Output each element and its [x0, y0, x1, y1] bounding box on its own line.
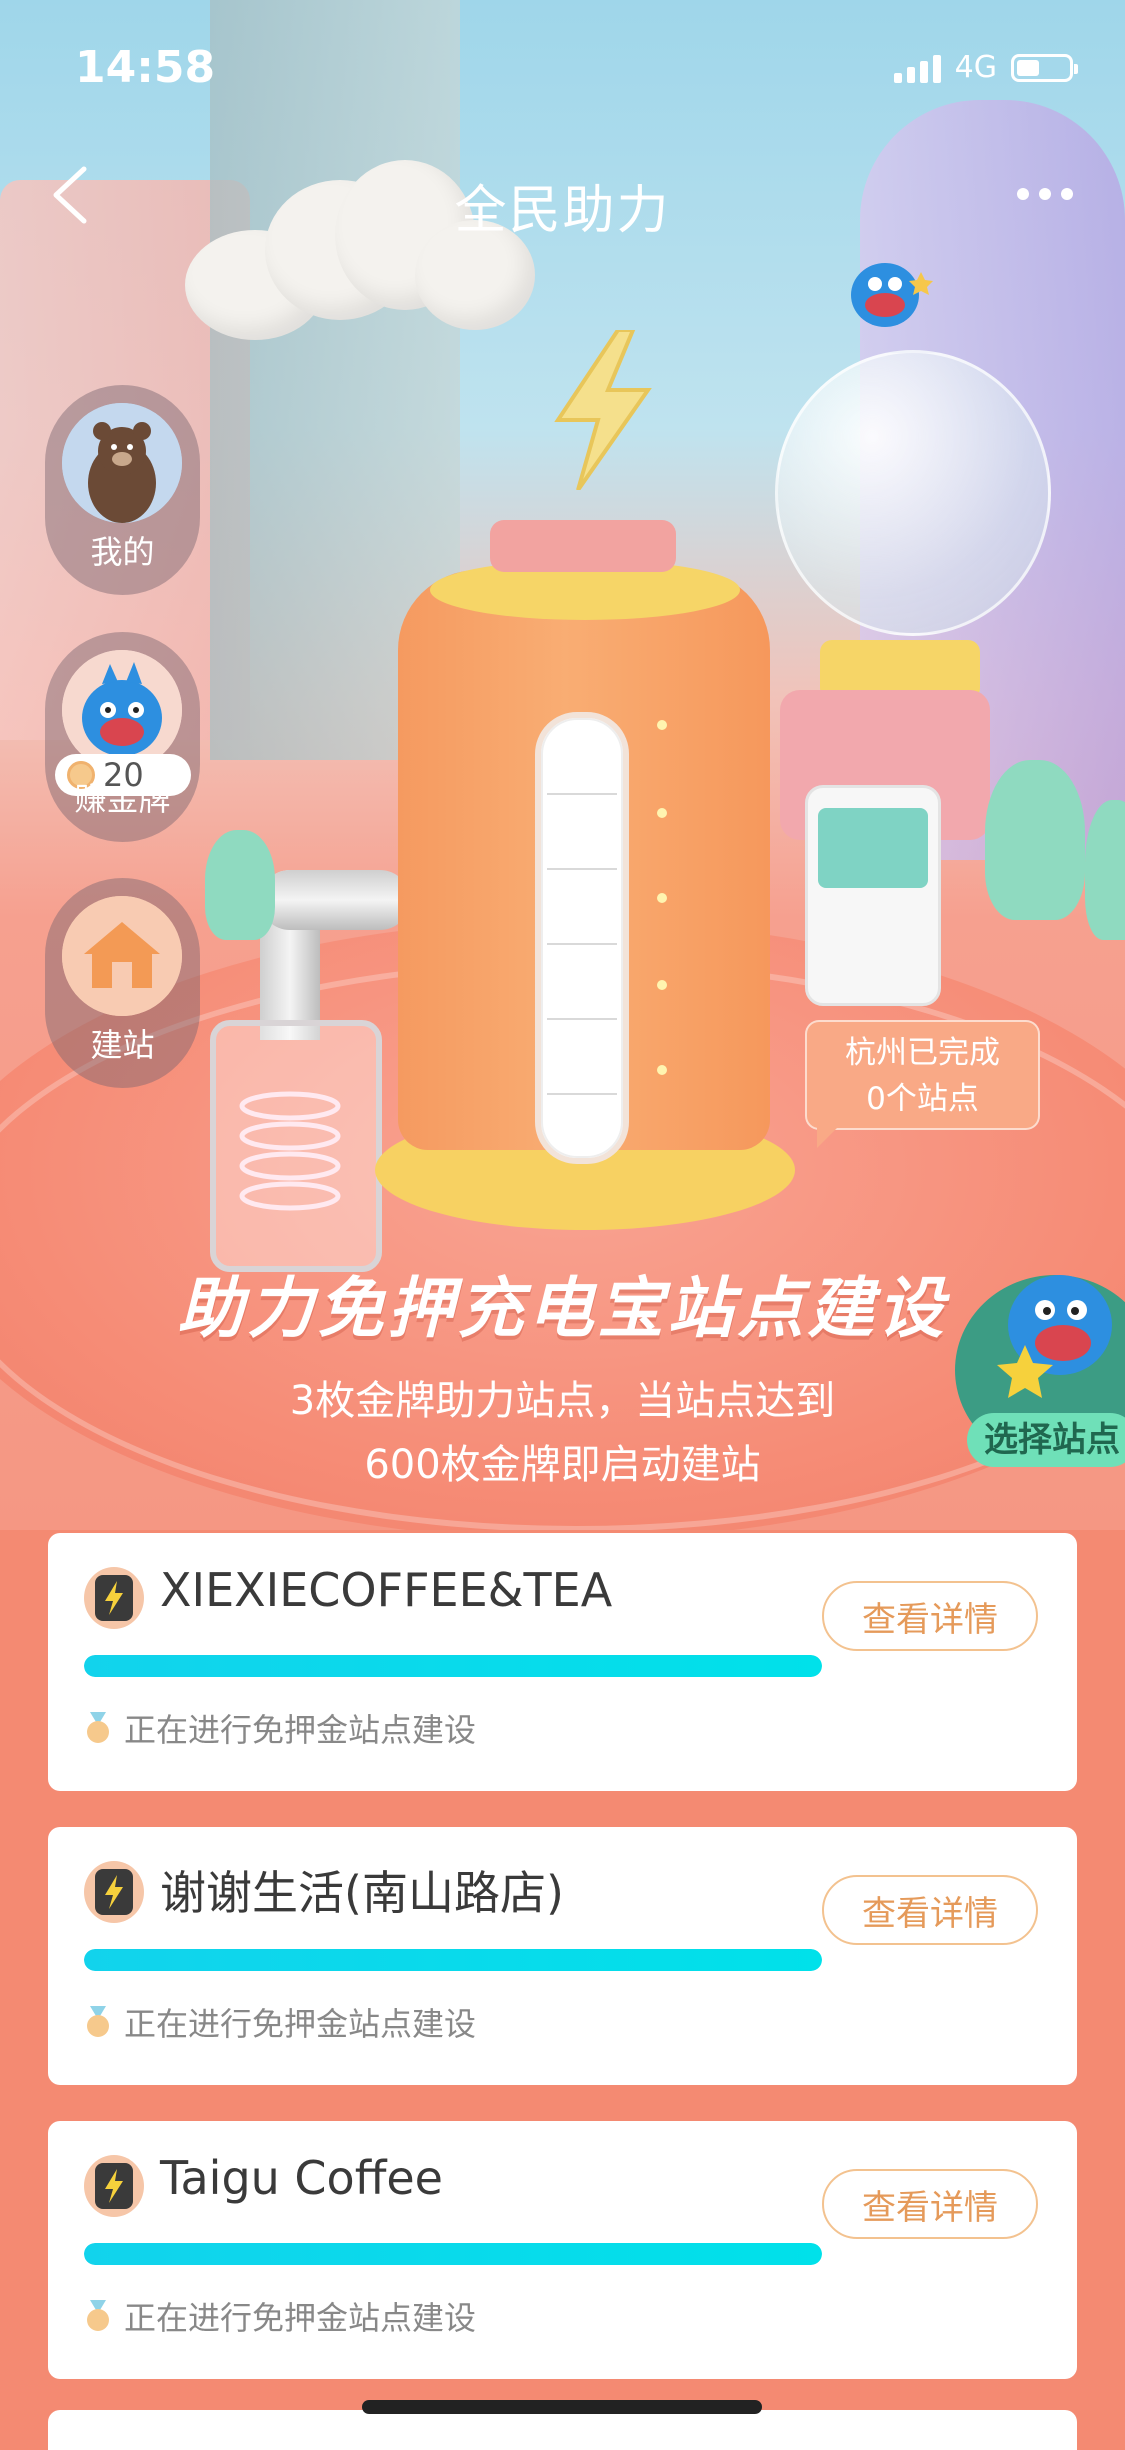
station-status-text: 正在进行免押金站点建设	[124, 2005, 477, 2043]
signal-icon	[893, 53, 941, 83]
indicator-dot	[657, 720, 667, 730]
lightning-bolt-icon	[554, 330, 652, 490]
build-station-button[interactable]: 建站	[45, 878, 200, 1088]
battery-icon	[1011, 53, 1078, 82]
view-details-button[interactable]: 查看详情	[822, 1581, 1038, 1651]
station-status-text: 正在进行免押金站点建设	[124, 1711, 477, 1749]
tree-icon	[985, 760, 1085, 920]
station-card: 谢谢生活(南山路店) 查看详情 正在进行免押金站点建设	[48, 1827, 1077, 2085]
power-bank-icon	[84, 2155, 144, 2217]
indicator-dot	[657, 1065, 667, 1075]
station-status: 正在进行免押金站点建设	[84, 1705, 476, 1751]
my-button[interactable]: 我的	[45, 385, 200, 595]
indicator-dot	[657, 980, 667, 990]
my-label: 我的	[90, 533, 155, 571]
station-status: 正在进行免押金站点建设	[84, 2293, 476, 2339]
medal-icon	[87, 1712, 109, 1743]
city-progress-bubble: 杭州已完成 0个站点	[805, 1020, 1040, 1148]
indicator-dot	[657, 893, 667, 903]
page-title: 全民助力	[454, 181, 671, 241]
station-card: XIEXIECOFFEE&TEA 查看详情 正在进行免押金站点建设	[48, 1533, 1077, 1791]
earn-medal-button[interactable]: 20 赚金牌	[45, 632, 200, 842]
status-time: 14:58	[75, 42, 216, 93]
network-type: 4G	[954, 50, 997, 85]
view-details-button[interactable]: 查看详情	[822, 1875, 1038, 1945]
station-name: Taigu Coffee	[160, 2151, 443, 2205]
blue-monster-star-icon	[997, 1275, 1112, 1398]
power-bank-icon	[84, 1567, 144, 1629]
battery-level-window	[535, 712, 629, 1164]
power-bank-icon	[84, 1861, 144, 1923]
blue-monster-mascot-icon	[851, 263, 933, 327]
station-progress-bar	[84, 2243, 822, 2265]
station-name: 谢谢生活(南山路店)	[160, 1866, 564, 1920]
house-icon	[62, 896, 182, 1016]
phone-illustration	[805, 785, 941, 1006]
metal-pipe-elbow	[260, 870, 410, 930]
bear-avatar-icon	[62, 403, 182, 523]
view-details-button[interactable]: 查看详情	[822, 2169, 1038, 2239]
station-status: 正在进行免押金站点建设	[84, 1999, 476, 2045]
status-indicators: 4G	[893, 50, 1078, 85]
station-card: Taigu Coffee 查看详情 正在进行免押金站点建设	[48, 2121, 1077, 2379]
earn-medal-label: 赚金牌	[74, 780, 171, 818]
build-station-label: 建站	[90, 1026, 155, 1064]
station-progress-bar	[84, 1655, 822, 1677]
more-dots-icon[interactable]	[1017, 188, 1073, 200]
select-site-label: 选择站点	[967, 1413, 1125, 1467]
station-name: XIEXIECOFFEE&TEA	[160, 1563, 613, 1617]
blue-monster-icon	[62, 650, 182, 770]
light-bulb-icon	[775, 350, 1051, 636]
city-progress-line2: 0个站点	[866, 1081, 979, 1117]
station-progress-bar	[84, 1949, 822, 1971]
station-card-partial	[48, 2410, 1077, 2450]
city-progress-line1: 杭州已完成	[845, 1035, 1000, 1071]
tree-icon	[1085, 800, 1125, 940]
medal-icon	[87, 2300, 109, 2331]
glass-jar	[210, 1020, 382, 1272]
select-site-button[interactable]: 选择站点	[955, 1255, 1125, 1470]
medal-icon	[87, 2006, 109, 2037]
home-indicator[interactable]	[362, 2400, 762, 2414]
indicator-dot	[657, 808, 667, 818]
tree-icon	[205, 830, 275, 940]
station-status-text: 正在进行免押金站点建设	[124, 2299, 477, 2337]
battery-lid	[490, 520, 676, 572]
